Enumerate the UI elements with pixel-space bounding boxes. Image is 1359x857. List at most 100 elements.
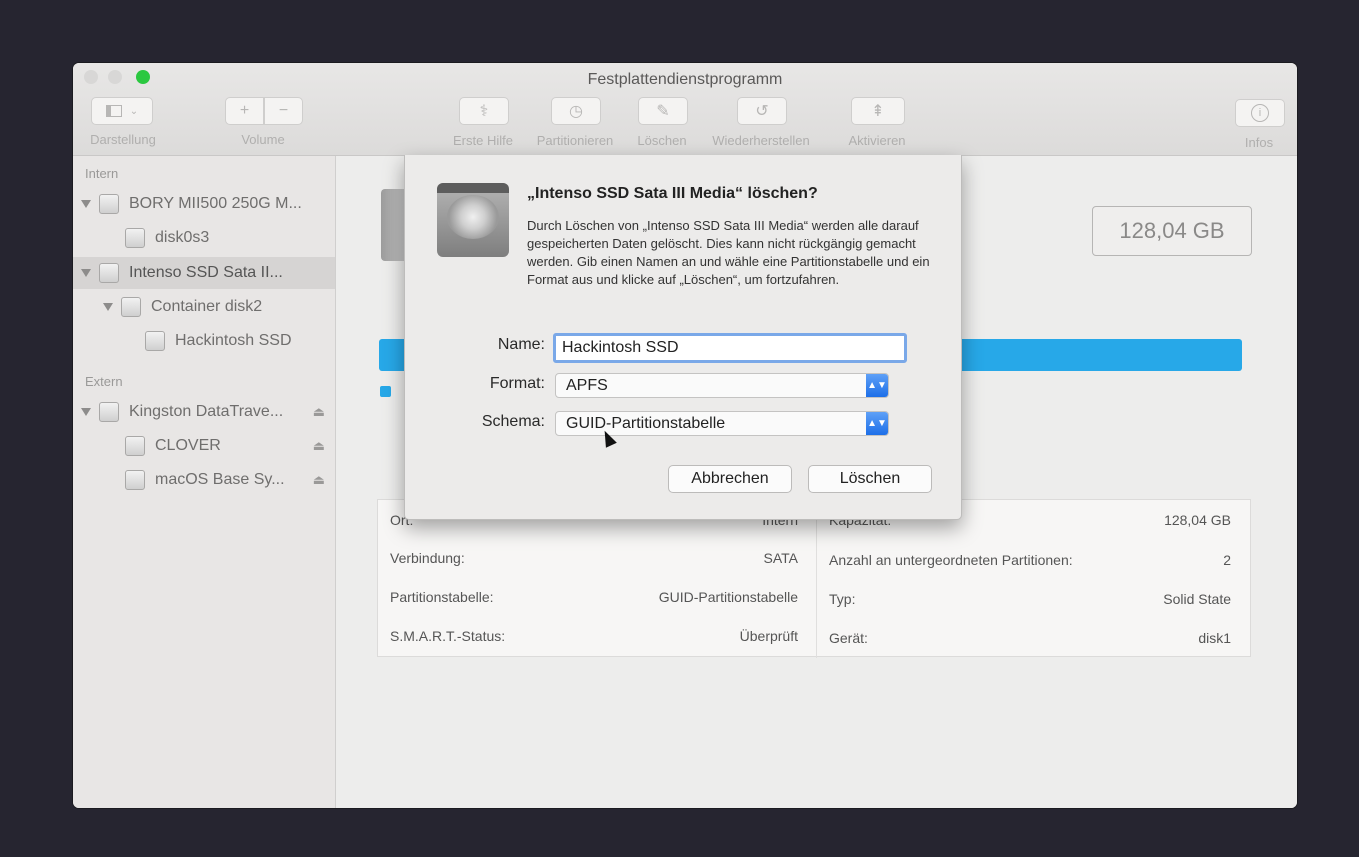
info-row-device: Gerät: disk1 [816,618,1241,658]
info-row-child-count: Anzahl an untergeordneten Partitionen: 2 [816,540,1241,580]
sidebar-item-kingston[interactable]: Kingston DataTrave... ⏏ [73,396,335,428]
erase-button[interactable]: ✎ [638,97,688,125]
first-aid-button[interactable]: ⚕ [459,97,509,125]
erase-dialog: „Intenso SSD Sata III Media“ löschen? Du… [404,155,962,520]
pie-chart-icon: ◷ [569,103,583,120]
volume-icon [125,470,145,490]
sidebar-item-intenso[interactable]: Intenso SSD Sata II... [73,257,335,289]
mount-icon: ⇞ [871,103,885,120]
sidebar-item-macos-base[interactable]: macOS Base Sy... ⏏ [73,464,335,496]
view-label: Darstellung [90,132,156,147]
info-value: disk1 [1198,630,1231,646]
info-row-connection: Verbindung: SATA [378,538,808,578]
view-button[interactable]: ⌄ [91,97,153,125]
partition-button[interactable]: ◷ [551,97,601,125]
external-disk-icon [99,402,119,422]
window-title: Festplattendienstprogramm [587,71,783,88]
first-aid-label: Erste Hilfe [453,133,513,148]
sidebar-item-hackintosh-ssd[interactable]: Hackintosh SSD [73,325,335,357]
info-value: SATA [763,550,799,566]
dialog-title: „Intenso SSD Sata III Media“ löschen? [527,185,818,202]
volume-icon [145,331,165,351]
dialog-message: Durch Löschen von „Intenso SSD Sata III … [527,218,930,287]
info-key: Typ: [829,591,856,607]
sidebar-section-external: Extern [85,374,123,389]
info-key: Gerät: [829,630,868,646]
volume-label: Volume [241,132,285,147]
sidebar-item-label: macOS Base Sy... [155,471,285,488]
info-label: Infos [1244,135,1274,150]
sidebar-item-label: Kingston DataTrave... [129,403,284,420]
remove-volume-button[interactable]: − [264,97,303,125]
volume-icon [125,228,145,248]
scheme-label: Schema: [481,413,545,430]
sidebar-item-clover[interactable]: CLOVER ⏏ [73,430,335,462]
mount-button[interactable]: ⇞ [851,97,905,125]
sidebar: Intern BORY MII500 250G M... disk0s3 Int… [73,156,336,808]
eject-icon[interactable]: ⏏ [313,404,325,420]
disclosure-triangle-icon[interactable] [103,303,113,311]
container-icon [121,297,141,317]
restore-icon: ↺ [755,103,769,120]
internal-disk-icon [99,263,119,283]
sidebar-item-label: BORY MII500 250G M... [129,195,302,212]
info-row-type: Typ: Solid State [816,579,1241,619]
legend-swatch [380,386,391,397]
disclosure-triangle-icon[interactable] [81,269,91,277]
format-select[interactable]: APFS ▲▼ [555,373,889,398]
erase-confirm-button[interactable]: Löschen [808,465,932,493]
cancel-button[interactable]: Abbrechen [668,465,792,493]
select-arrows-icon: ▲▼ [866,374,888,397]
sidebar-item-bory[interactable]: BORY MII500 250G M... [73,188,335,220]
restore-label: Wiederherstellen [712,133,810,148]
disclosure-triangle-icon[interactable] [81,200,91,208]
info-value: 128,04 GB [1164,512,1231,528]
usage-bar [956,339,1242,371]
eject-icon[interactable]: ⏏ [313,472,325,488]
sidebar-item-container-disk2[interactable]: Container disk2 [73,291,335,323]
sidebar-item-label: Container disk2 [151,298,263,315]
sidebar-item-label: Hackintosh SSD [175,332,292,349]
info-key: Partitionstabelle: [390,589,494,605]
info-row-smart-status: S.M.A.R.T.-Status: Überprüft [378,616,808,656]
info-value: Überprüft [739,628,798,644]
erase-disk-icon: ✎ [656,103,670,120]
info-key: Anzahl an untergeordneten Partitionen: [829,552,1073,568]
sidebar-item-label: Intenso SSD Sata II... [129,264,283,281]
titlebar: Festplattendienstprogramm ⌄ Darstellung … [73,63,1297,156]
sidebar-item-label: CLOVER [155,437,221,454]
erase-label: Löschen [637,133,687,148]
capacity-badge: 128,04 GB [1092,206,1252,256]
restore-button[interactable]: ↺ [737,97,787,125]
eject-icon[interactable]: ⏏ [313,438,325,454]
info-icon: i [1251,104,1269,122]
sidebar-icon [105,105,122,117]
internal-disk-icon [99,194,119,214]
sidebar-item-disk0s3[interactable]: disk0s3 [73,222,335,254]
partition-label: Partitionieren [536,133,614,148]
info-row-partition-map: Partitionstabelle: GUID-Partitionstabell… [378,577,808,617]
name-input[interactable] [553,333,907,363]
volume-icon [125,436,145,456]
add-volume-button[interactable]: + [225,97,264,125]
info-key: Verbindung: [390,550,465,566]
info-table: Ort: Intern Verbindung: SATA Partitionst… [377,499,1251,658]
stethoscope-icon: ⚕ [479,103,489,120]
format-label: Format: [489,375,545,392]
scheme-value: GUID-Partitionstabelle [566,414,726,432]
info-key: S.M.A.R.T.-Status: [390,628,506,644]
format-value: APFS [566,376,608,394]
sidebar-section-internal: Intern [85,166,119,181]
disclosure-triangle-icon[interactable] [81,408,91,416]
name-label: Name: [497,336,545,353]
mount-label: Aktivieren [848,133,906,148]
sidebar-item-label: disk0s3 [155,229,210,246]
info-button[interactable]: i [1235,99,1285,127]
info-value: GUID-Partitionstabelle [658,589,798,605]
info-value: 2 [1223,552,1231,568]
hard-drive-icon [437,183,509,257]
usage-bar-left [379,339,407,371]
info-value: Solid State [1163,591,1231,607]
select-arrows-icon: ▲▼ [866,412,888,435]
chevron-down-icon: ⌄ [129,105,139,117]
